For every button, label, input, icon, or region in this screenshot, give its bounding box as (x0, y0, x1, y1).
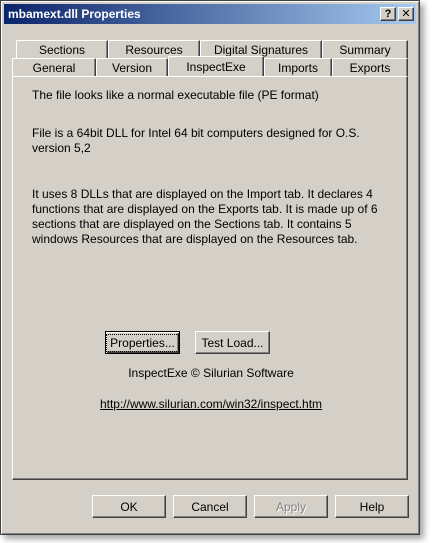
window-title: mbamext.dll Properties (8, 7, 141, 21)
tab-strip: Sections Resources Digital Signatures Su… (12, 40, 408, 76)
tab-imports[interactable]: Imports (264, 58, 332, 76)
title-bar[interactable]: mbamext.dll Properties ? ✕ (4, 4, 416, 24)
help-button[interactable]: Help (335, 495, 409, 518)
test-load-button[interactable]: Test Load... (195, 331, 270, 354)
website-link[interactable]: http://www.silurian.com/win32/inspect.ht… (13, 397, 409, 411)
apply-button[interactable]: Apply (254, 495, 328, 518)
tab-version[interactable]: Version (96, 58, 168, 76)
properties-button[interactable]: Properties... (105, 331, 180, 354)
ok-button[interactable]: OK (92, 495, 166, 518)
cancel-button[interactable]: Cancel (173, 495, 247, 518)
summary-text: It uses 8 DLLs that are displayed on the… (32, 187, 378, 246)
properties-button-label: Properties... (106, 333, 179, 352)
copyright-text: InspectExe © Silurian Software (128, 366, 294, 380)
pe-format-text: The file looks like a normal executable … (32, 88, 319, 102)
tab-sections[interactable]: Sections (16, 40, 108, 58)
tab-summary[interactable]: Summary (322, 40, 408, 58)
inspectexe-panel: The file looks like a normal executable … (12, 76, 408, 480)
tab-exports[interactable]: Exports (332, 58, 408, 76)
dll-type-text: File is a 64bit DLL for Intel 64 bit com… (32, 126, 360, 155)
help-icon[interactable]: ? (380, 7, 396, 21)
tab-inspectexe[interactable]: InspectExe (168, 56, 264, 76)
close-icon[interactable]: ✕ (398, 7, 414, 21)
tab-general[interactable]: General (12, 58, 96, 76)
